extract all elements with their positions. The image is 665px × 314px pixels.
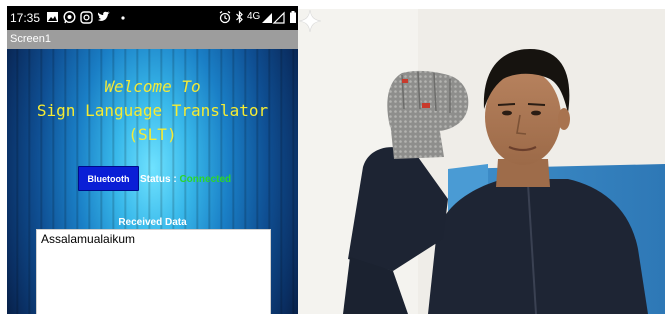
received-data-label: Received Data <box>118 217 187 228</box>
received-data-box[interactable]: Assalamualaikum <box>36 229 271 314</box>
status-time: 17:35 <box>10 11 41 25</box>
sparkle-icon <box>298 9 322 33</box>
bluetooth-icon <box>236 10 243 24</box>
status-value: Connected <box>179 174 232 185</box>
alarm-icon <box>219 11 231 24</box>
app-title-line2: (SLT) <box>128 125 177 144</box>
connection-status: Status : Connected <box>140 174 231 185</box>
phone-screen: 17:35 4G Screen1 Welcome To Sign Languag… <box>7 6 298 314</box>
app-content: Welcome To Sign Language Translator (SLT… <box>7 49 298 314</box>
network-type: 4G <box>247 11 261 22</box>
app-title-line1: Sign Language Translator <box>36 101 269 120</box>
instagram-icon <box>80 11 93 24</box>
welcome-text: Welcome To <box>104 77 201 96</box>
bluetooth-button[interactable]: Bluetooth <box>78 166 139 191</box>
screen-title: Screen1 <box>10 33 51 45</box>
image-icon <box>47 12 58 22</box>
received-data-text: Assalamualaikum <box>41 232 136 246</box>
person-photo <box>298 9 665 314</box>
dot-icon <box>121 16 125 20</box>
battery-icon <box>290 11 296 23</box>
status-bar: 17:35 4G <box>7 6 298 30</box>
app-title: Sign Language Translator (SLT) <box>7 99 298 147</box>
twitter-icon <box>97 11 110 21</box>
screen-title-bar: Screen1 <box>7 30 298 49</box>
signal-icon <box>262 11 285 24</box>
person-illustration <box>298 9 665 314</box>
screenshot-root: 17:35 4G Screen1 Welcome To Sign Languag… <box>0 0 665 314</box>
status-label: Status : <box>140 174 177 185</box>
whatsapp-icon <box>63 10 76 24</box>
